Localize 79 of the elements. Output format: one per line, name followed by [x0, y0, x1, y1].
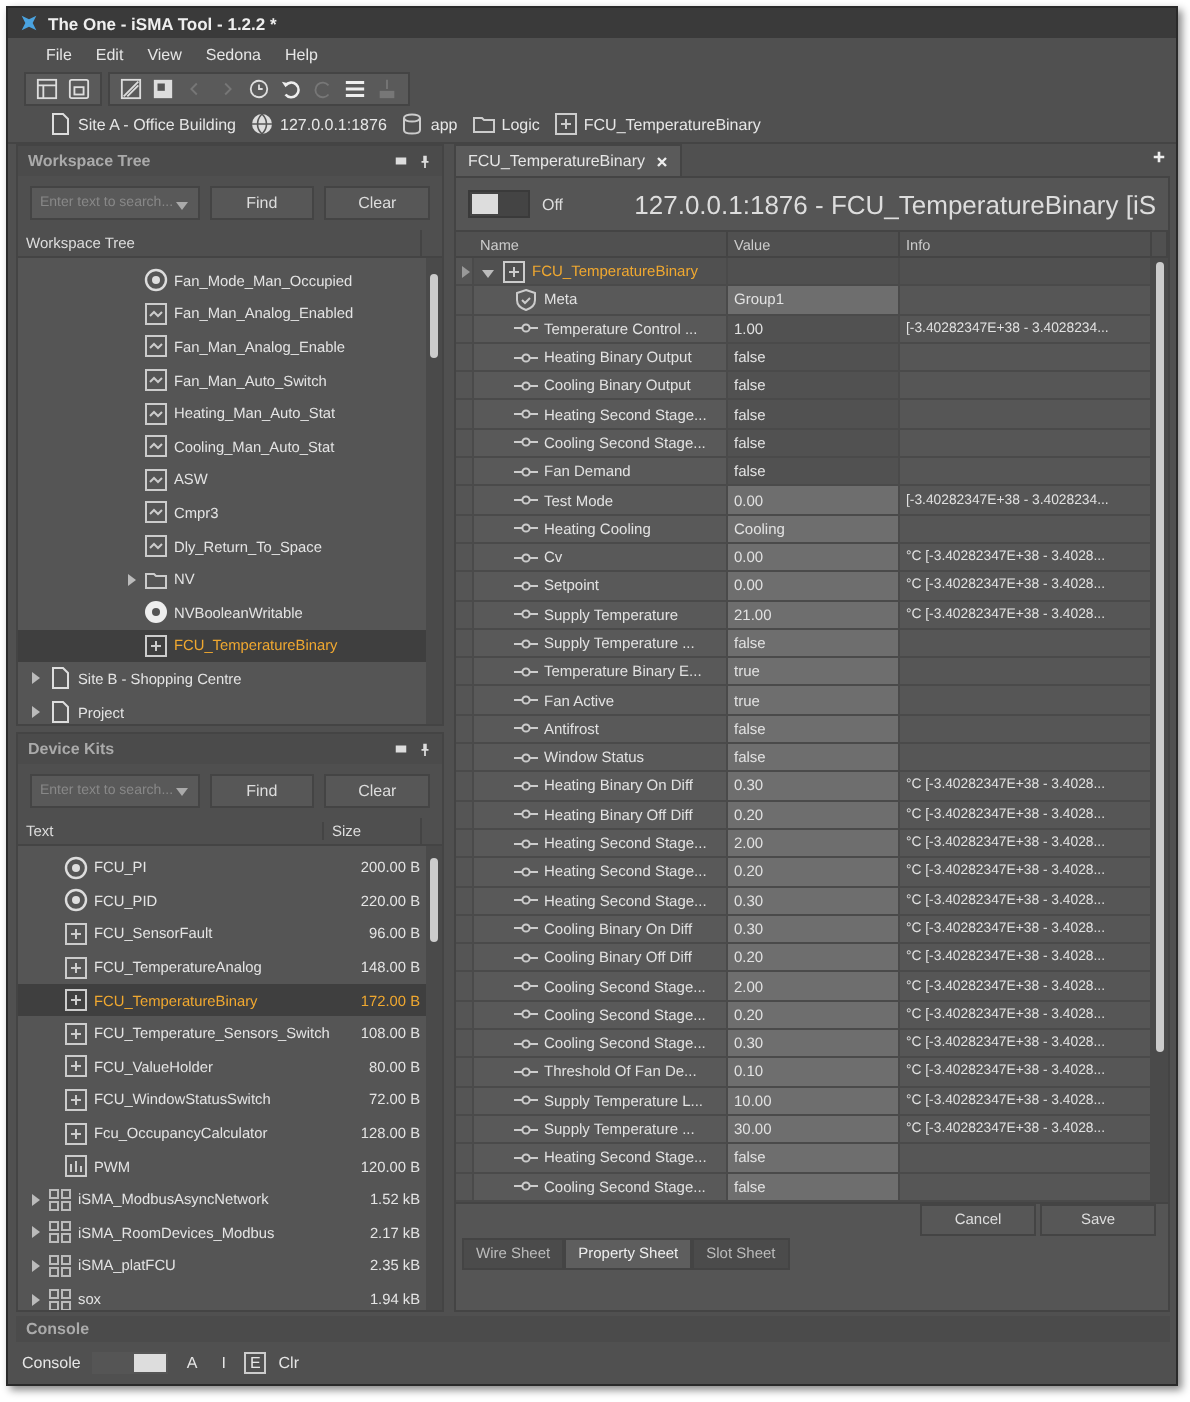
console-label: Console	[22, 1353, 81, 1371]
grid-icon	[48, 1253, 72, 1278]
plus-block-icon	[64, 1054, 88, 1079]
ring-icon	[64, 855, 88, 880]
database-icon	[400, 112, 425, 136]
menu-item[interactable]: Help	[274, 43, 328, 65]
folder-icon	[144, 567, 168, 592]
window-title: The One - iSMA Tool - 1.2.2 *	[48, 13, 277, 33]
breadcrumb-link[interactable]: Logic	[501, 115, 540, 133]
filter-toggle[interactable]: A	[180, 1351, 204, 1373]
menu-item[interactable]: Sedona	[195, 43, 271, 65]
menu-item[interactable]: File	[36, 43, 82, 65]
wave-block-icon	[144, 534, 168, 559]
filter-toggle[interactable]: E	[243, 1351, 267, 1373]
shield-icon	[514, 287, 538, 312]
dropdown-icon	[173, 782, 190, 798]
document-icon	[48, 112, 72, 136]
wave-block-icon	[144, 301, 168, 326]
breadcrumb-link[interactable]: Site A - Office Building	[78, 115, 237, 133]
find-button[interactable]: Find	[209, 186, 315, 220]
plus-block-icon	[64, 955, 88, 980]
bars-block-icon	[64, 1154, 88, 1179]
grid-icon	[48, 1220, 72, 1245]
panel-title: Device Kits	[28, 739, 115, 757]
toggle-switch[interactable]	[468, 190, 530, 218]
panel-title: Workspace Tree	[28, 152, 151, 170]
grid-icon	[48, 1187, 72, 1212]
document-icon	[48, 666, 72, 691]
wave-block-icon	[144, 467, 168, 492]
restore-icon	[394, 154, 408, 168]
ring-icon	[144, 268, 168, 293]
history-icon[interactable]	[248, 77, 270, 99]
filter-toggle[interactable]: I	[215, 1351, 232, 1373]
sheet-title: 127.0.0.1:1876 - FCU_TemperatureBinary [iS	[634, 189, 1156, 219]
chart-icon[interactable]	[120, 77, 142, 99]
plus-block-icon	[144, 633, 168, 658]
expander-icon	[122, 571, 138, 588]
plus-block-icon	[502, 259, 526, 284]
toggle-switch[interactable]	[92, 1351, 169, 1373]
wave-block-icon	[144, 368, 168, 393]
panel-title: Console	[26, 1320, 90, 1338]
plus-block-icon	[553, 112, 578, 136]
find-button[interactable]: Find	[209, 773, 315, 807]
globe-icon	[250, 112, 275, 136]
wave-block-icon	[144, 500, 168, 525]
restore-icon	[394, 741, 408, 755]
grid-icon	[48, 1287, 72, 1310]
list-icon[interactable]	[344, 77, 366, 99]
folder-icon	[471, 112, 496, 136]
clear-button[interactable]: Clr	[278, 1353, 299, 1371]
app-logo-icon	[18, 12, 40, 34]
pin-icon	[418, 154, 432, 168]
toggle-label: Off	[542, 195, 564, 213]
close-icon	[656, 155, 669, 167]
menu-item[interactable]: Edit	[85, 43, 134, 65]
breadcrumb-link[interactable]: app	[430, 115, 458, 133]
wave-block-icon	[144, 334, 168, 359]
breadcrumb-link[interactable]: FCU_TemperatureBinary	[583, 115, 761, 133]
wave-block-icon	[144, 434, 168, 459]
document-icon	[48, 700, 72, 723]
editor-tab[interactable]: FCU_TemperatureBinary	[454, 144, 683, 176]
clear-button[interactable]: Clear	[324, 186, 430, 220]
breadcrumb-link[interactable]: 127.0.0.1:1876	[280, 115, 387, 133]
plus-block-icon	[64, 1121, 88, 1146]
save-icon[interactable]	[68, 77, 90, 99]
table-icon[interactable]	[36, 77, 58, 99]
plus-block-icon	[64, 988, 88, 1013]
menu-item[interactable]: View	[137, 43, 192, 65]
undo-icon[interactable]	[280, 77, 302, 99]
plus-block-icon	[64, 1021, 88, 1046]
clear-button[interactable]: Clear	[324, 773, 430, 807]
plus-block-icon	[64, 921, 88, 946]
chip-icon[interactable]	[152, 77, 174, 99]
add-tab-icon[interactable]	[1152, 150, 1166, 164]
plus-block-icon	[64, 1087, 88, 1112]
pin-icon	[418, 741, 432, 755]
ring-icon	[64, 888, 88, 913]
dot-icon	[144, 600, 168, 625]
wave-block-icon	[144, 401, 168, 426]
